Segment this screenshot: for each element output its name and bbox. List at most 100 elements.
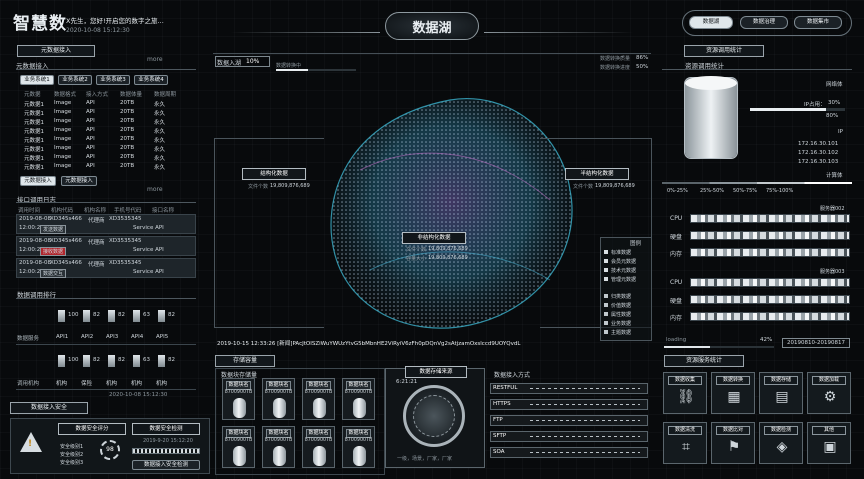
rank-value: 82 <box>93 312 100 318</box>
service-card[interactable]: 数据清洗 ⌗ <box>663 422 707 464</box>
protocol-name: RESTFUL <box>493 385 518 391</box>
meta-tab-1[interactable]: 业务系统1 <box>20 75 54 85</box>
table-cell: 20TB <box>120 154 135 160</box>
api-log-more[interactable]: more <box>147 186 163 193</box>
storage-card[interactable]: 数据块名 8700900TB <box>222 378 255 420</box>
ranking-divider <box>16 298 196 299</box>
table-cell: 20TB <box>120 118 135 124</box>
rank-value: 63 <box>143 357 150 363</box>
unstructured-title: 非结构化数据 <box>402 232 466 244</box>
protocol-flow <box>530 388 640 389</box>
meta-tab-2[interactable]: 业务系统2 <box>58 75 92 85</box>
meta-access-button-2[interactable]: 元数据接入 <box>61 176 97 186</box>
service-card[interactable]: 其他 ▣ <box>807 422 851 464</box>
server-metric-bar <box>690 312 850 321</box>
service-card[interactable]: 数据比对 ⚑ <box>711 422 755 464</box>
ip-3: 172.16.30.103 <box>798 159 839 165</box>
protocol-name: SOA <box>493 449 505 455</box>
security-level-3: 安全级别3 <box>60 460 84 466</box>
storage-card[interactable]: 数据块名 8700900TB <box>262 426 295 468</box>
storage-card[interactable]: 数据块名 8700900TB <box>262 378 295 420</box>
protocol-name: FTP <box>493 417 503 423</box>
server-metric-label: CPU <box>670 215 683 222</box>
storage-card[interactable]: 数据块名 8700900TB <box>302 378 335 420</box>
table-cell: 元数据1 <box>24 165 44 171</box>
security-score-ring: 98 <box>100 440 120 460</box>
structured-title: 结构化数据 <box>242 168 306 180</box>
gauge-dial-inner <box>413 395 455 437</box>
rank-name: 机构 <box>106 381 118 387</box>
table-cell: 元数据1 <box>24 147 44 153</box>
structured-label: 文件个数 <box>248 184 269 190</box>
storage-card[interactable]: 数据块名 8700900TB <box>222 426 255 468</box>
service-card[interactable]: 数据收集 ⛓ <box>663 372 707 414</box>
page-title: 数据湖 <box>412 21 452 36</box>
nav-tab-governance[interactable]: 数据治理 <box>740 16 788 29</box>
legend-swatch <box>604 294 608 298</box>
server-metric-label: 内存 <box>670 315 683 322</box>
legend-item: 属性数据 <box>611 312 632 318</box>
rank-label: 调用机构 <box>17 381 40 387</box>
unstructured-value-1: 19,809,876,689 <box>428 246 468 252</box>
security-check-button[interactable]: 数据接入安全检测 <box>132 460 200 470</box>
meta-table-header: 元数据 数据格式 接入方式 数据体量 数据周期 <box>24 90 184 98</box>
transform-progress <box>276 69 356 71</box>
table-cell: 元数据1 <box>24 111 44 117</box>
loading-pct: 42% <box>760 337 773 343</box>
service-card-label: 数据比对 <box>716 426 750 435</box>
meta-more-link[interactable]: more <box>147 56 163 63</box>
api-table-header: 调用时间 机构代码 机构名称 手机号代码 接口名称 <box>18 206 192 214</box>
meta-access-button-1[interactable]: 元数据接入 <box>20 176 56 186</box>
date-range[interactable]: 20190810-20190817 <box>782 338 850 348</box>
nav-tab-data-lake[interactable]: 数据湖 <box>689 16 733 29</box>
service-card-label: 其他 <box>812 426 846 435</box>
nav-tab-mart[interactable]: 数据集市 <box>794 16 842 29</box>
col-meta: 元数据 <box>24 92 41 98</box>
table-cell: 20TB <box>120 127 135 133</box>
table-cell: 20TB <box>120 145 135 151</box>
rank-bar <box>108 355 115 367</box>
storage-card[interactable]: 数据块名 8700900TB <box>342 378 375 420</box>
storage-card-label: 数据块名 <box>266 381 291 390</box>
legend-swatch <box>604 268 608 272</box>
transform-progress-label: 数据转换进度 <box>600 65 631 71</box>
service-icon: ▣ <box>823 439 837 455</box>
service-card[interactable]: 数据检测 ◈ <box>759 422 803 464</box>
rank-bar <box>133 310 140 322</box>
security-level-2: 安全级别2 <box>60 452 84 458</box>
meta-tab-4[interactable]: 业务系统4 <box>134 75 168 85</box>
table-cell: 永久 <box>154 165 166 171</box>
api-col-phone: 手机号代码 <box>114 208 142 214</box>
log-api: Service API <box>133 247 164 253</box>
log-api: Service API <box>133 269 164 275</box>
gauge-title: 数据存储来源 <box>405 366 467 378</box>
storage-card-label: 数据块名 <box>226 381 251 390</box>
storage-cylinder-icon <box>313 398 326 418</box>
meta-tab-3[interactable]: 业务系统3 <box>96 75 130 85</box>
service-card[interactable]: 数据加载 ⚙ <box>807 372 851 414</box>
legend-swatch <box>604 303 608 307</box>
unstructured-value-2: 19,809,876,689 <box>428 255 468 261</box>
scale-4: 75%-100% <box>766 188 794 194</box>
service-card[interactable]: 数据转换 ▦ <box>711 372 755 414</box>
security-score-label: 数据安全评分 <box>58 423 126 435</box>
table-cell: 永久 <box>154 147 166 153</box>
log-name: 代理商 <box>88 240 105 246</box>
storage-card[interactable]: 数据块名 8700900TB <box>342 426 375 468</box>
storage-cylinder-icon <box>273 446 286 466</box>
storage-card[interactable]: 数据块名 8700900TB <box>302 426 335 468</box>
server-metric-bar <box>690 248 850 257</box>
table-cell: Image <box>54 100 72 106</box>
table-cell: API <box>86 136 95 142</box>
service-icon: ▤ <box>775 389 789 405</box>
server-metric-bar <box>690 214 850 223</box>
api-col-name: 机构名称 <box>84 208 107 214</box>
loading-bar <box>664 346 774 348</box>
rank-bar <box>158 310 165 322</box>
protocol-flow <box>530 404 640 405</box>
service-icon: ⌗ <box>682 439 690 455</box>
scale-3: 50%-75% <box>733 188 758 194</box>
service-card[interactable]: 数据存储 ▤ <box>759 372 803 414</box>
table-cell: 20TB <box>120 163 135 169</box>
table-cell: 20TB <box>120 136 135 142</box>
